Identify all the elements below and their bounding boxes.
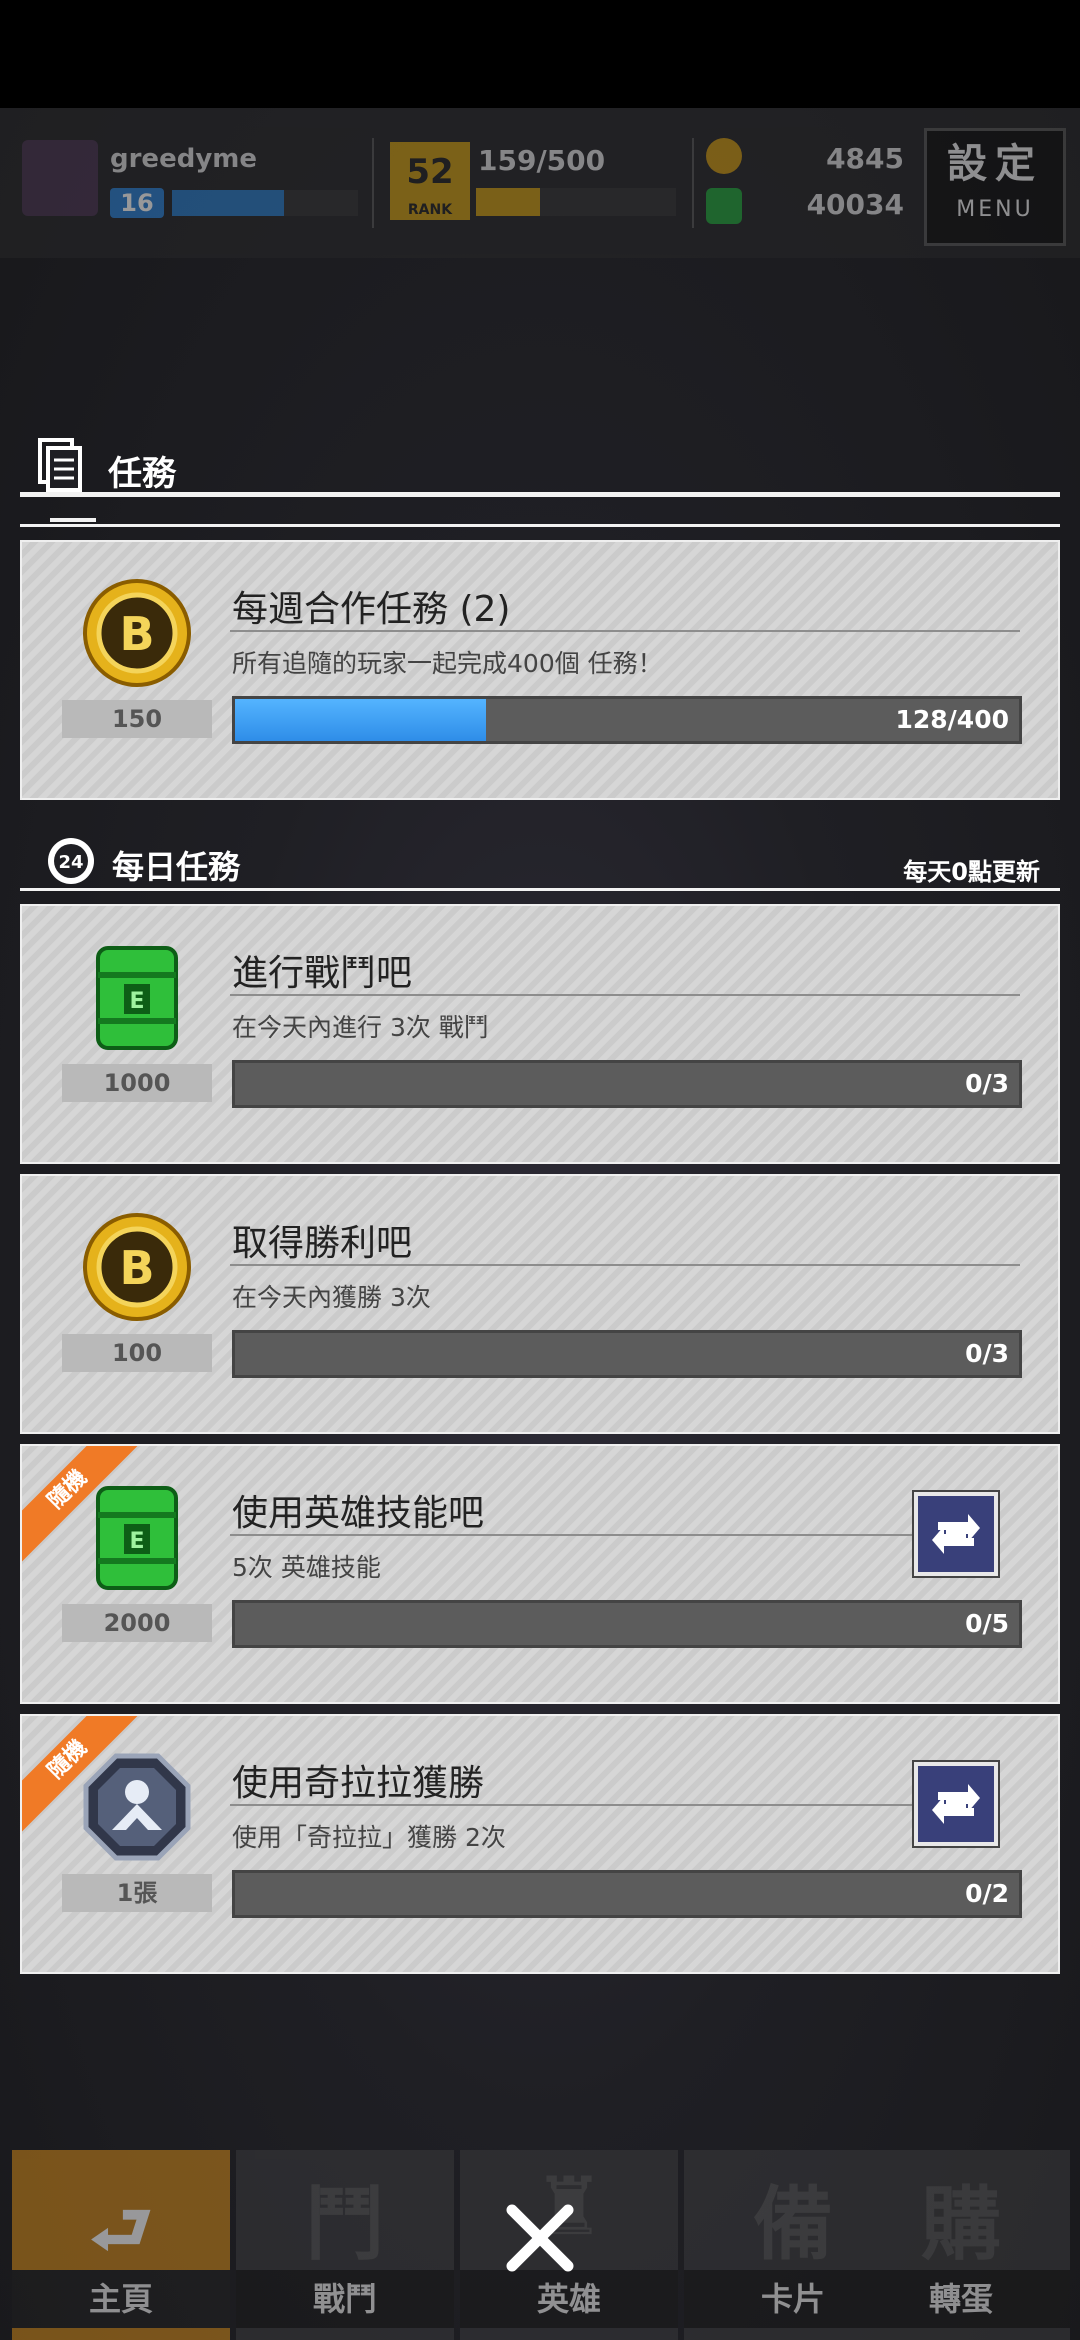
mission-description: 在今天內進行 3次 戰鬥 (232, 1013, 489, 1042)
divider (372, 138, 374, 228)
level-progress-bar (172, 190, 358, 216)
divider (20, 492, 1060, 497)
section-title: 每日任務 (112, 848, 241, 886)
refresh-icon (932, 1514, 980, 1554)
hero-ticket-icon (82, 1752, 192, 1862)
refresh-note: 每天0點更新 (903, 858, 1040, 886)
reward-quantity: 2000 (62, 1604, 212, 1642)
mission-progress-bar: 0/2 (232, 1870, 1022, 1918)
divider (20, 888, 1060, 891)
rank-progress-bar (476, 188, 676, 216)
progress-text: 0/3 (965, 1069, 1009, 1098)
rank-badge[interactable]: 52 RANK (390, 142, 470, 220)
reward-quantity: 1000 (62, 1064, 212, 1102)
rank-points: 159/500 (478, 144, 606, 177)
progress-text: 128/400 (895, 705, 1009, 734)
gold-amount: 4845 (826, 142, 904, 175)
divider (20, 524, 1060, 527)
svg-text:E: E (129, 989, 144, 1014)
energy-can-icon (706, 188, 742, 224)
gacha-icon: 購 (921, 2178, 1001, 2271)
progress-text: 0/2 (965, 1879, 1009, 1908)
divider (230, 630, 1020, 632)
mission-title: 進行戰鬥吧 (232, 953, 413, 994)
gold-coin-icon: B (82, 578, 192, 688)
mission-title: 使用奇拉拉獲勝 (232, 1763, 485, 1804)
player-level: 16 (110, 188, 164, 218)
menu-button[interactable]: 設定 MENU (924, 128, 1066, 246)
progress-text: 0/5 (965, 1609, 1009, 1638)
svg-text:B: B (119, 1241, 154, 1295)
divider (230, 1534, 918, 1536)
reward-quantity: 100 (62, 1334, 212, 1372)
player-name: greedyme (110, 144, 257, 174)
mission-progress-bar: 0/3 (232, 1060, 1022, 1108)
progress-text: 0/3 (965, 1339, 1009, 1368)
mission-description: 5次 英雄技能 (232, 1553, 381, 1582)
reward-quantity: 150 (62, 700, 212, 738)
player-avatar[interactable] (22, 140, 98, 216)
divider (230, 1804, 918, 1806)
nav-tab-home[interactable]: ⮐ 主頁 (12, 2150, 230, 2340)
document-icon (38, 438, 82, 492)
24-hour-icon: 24 (48, 838, 94, 884)
divider (230, 994, 1020, 996)
energy-amount: 40034 (806, 188, 904, 221)
mission-description: 在今天內獲勝 3次 (232, 1283, 431, 1312)
battle-icon: 鬥 (305, 2178, 385, 2271)
weekly-mission-card[interactable]: B 150 每週合作任務 (2) 所有追隨的玩家一起完成400個 任務！ 128… (20, 540, 1060, 800)
progress-fill (235, 699, 486, 741)
mission-title: 取得勝利吧 (232, 1223, 413, 1264)
top-hud: greedyme 16 52 RANK 159/500 4845 40034 設定… (0, 108, 1080, 258)
section-title: 任務 (108, 454, 176, 494)
mission-progress-bar: 128/400 (232, 696, 1022, 744)
energy-can-icon: E (82, 1482, 192, 1592)
refresh-mission-button[interactable] (912, 1490, 1000, 1578)
nav-tab-gacha[interactable]: 購 轉蛋 (852, 2150, 1070, 2340)
gold-coin-icon: B (82, 1212, 192, 1322)
daily-mission-card[interactable]: 隨機 E 2000 使用英雄技能吧 5次 英雄技能 0/5 (20, 1444, 1060, 1704)
status-bar (0, 0, 1080, 108)
svg-text:24: 24 (58, 852, 83, 873)
energy-can-icon: E (82, 942, 192, 1052)
divider (230, 1264, 1020, 1266)
gold-coin-icon (706, 138, 742, 174)
mission-title: 使用英雄技能吧 (232, 1493, 485, 1534)
mission-description: 使用「奇拉拉」獲勝 2次 (232, 1823, 506, 1852)
svg-text:B: B (119, 607, 154, 661)
refresh-icon (932, 1784, 980, 1824)
svg-text:E: E (129, 1529, 144, 1554)
refresh-mission-button[interactable] (912, 1760, 1000, 1848)
daily-mission-card[interactable]: B 100 取得勝利吧 在今天內獲勝 3次 0/3 (20, 1174, 1060, 1434)
mission-progress-bar: 0/3 (232, 1330, 1022, 1378)
nav-tab-battle[interactable]: 鬥 戰鬥 (236, 2150, 454, 2340)
mission-progress-bar: 0/5 (232, 1600, 1022, 1648)
mission-title: 每週合作任務 (2) (232, 589, 511, 630)
reward-quantity: 1張 (62, 1874, 212, 1912)
divider (692, 138, 694, 228)
daily-mission-card[interactable]: E 1000 進行戰鬥吧 在今天內進行 3次 戰鬥 0/3 (20, 904, 1060, 1164)
divider (50, 518, 96, 522)
mission-description: 所有追隨的玩家一起完成400個 任務！ (232, 649, 663, 678)
daily-mission-card[interactable]: 隨機 1張 使用奇拉拉獲勝 使用「奇拉拉」獲勝 2次 0/2 (20, 1714, 1060, 1974)
close-icon[interactable] (500, 2198, 580, 2278)
